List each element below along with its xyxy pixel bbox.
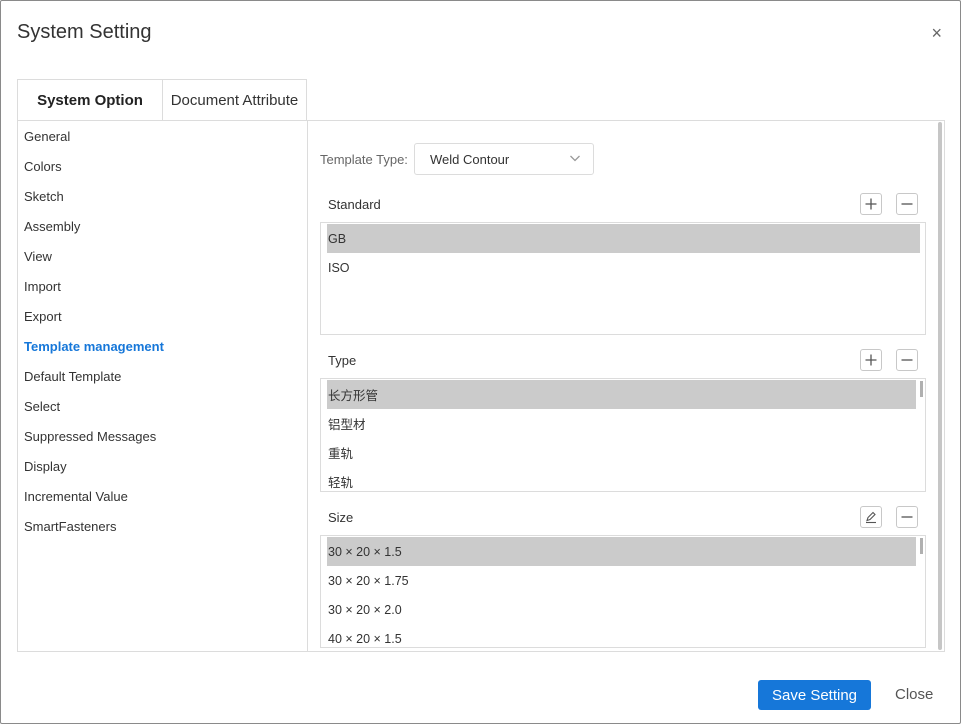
- system-setting-dialog: System Setting × System Option Document …: [0, 0, 961, 724]
- list-item[interactable]: 重轨: [327, 438, 916, 467]
- save-setting-button[interactable]: Save Setting: [758, 680, 871, 710]
- tab-bar: System Option Document Attribute: [17, 79, 307, 121]
- tab-system-option[interactable]: System Option: [17, 79, 163, 121]
- list-item[interactable]: 轻轨: [327, 467, 916, 491]
- plus-icon: [865, 354, 877, 366]
- minus-icon: [901, 203, 913, 205]
- chevron-down-icon: [570, 155, 580, 162]
- list-item[interactable]: 30 × 20 × 2.0: [327, 595, 916, 624]
- standard-label: Standard: [328, 197, 381, 212]
- list-item[interactable]: 40 × 20 × 1.5: [327, 624, 916, 647]
- nav-item-smartfasteners[interactable]: SmartFasteners: [24, 519, 116, 534]
- dialog-title: System Setting: [17, 21, 152, 43]
- nav-item-colors[interactable]: Colors: [24, 159, 62, 174]
- close-button[interactable]: Close: [895, 686, 933, 703]
- nav-item-display[interactable]: Display: [24, 459, 67, 474]
- remove-type-button[interactable]: [896, 349, 918, 371]
- add-standard-button[interactable]: [860, 193, 882, 215]
- tab-document-attribute[interactable]: Document Attribute: [162, 79, 307, 121]
- template-type-label: Template Type:: [320, 152, 408, 167]
- list-item[interactable]: 铝型材: [327, 409, 916, 438]
- list-item[interactable]: 30 × 20 × 1.75: [327, 566, 916, 595]
- close-icon[interactable]: ×: [931, 23, 942, 43]
- edit-size-button[interactable]: [860, 506, 882, 528]
- panel-scrollbar[interactable]: [938, 122, 942, 650]
- nav-item-sketch[interactable]: Sketch: [24, 189, 64, 204]
- plus-icon: [865, 198, 877, 210]
- nav-item-import[interactable]: Import: [24, 279, 61, 294]
- type-list-scrollbar[interactable]: [920, 381, 923, 397]
- list-item[interactable]: 长方形管: [327, 380, 916, 409]
- nav-item-assembly[interactable]: Assembly: [24, 219, 80, 234]
- size-list-scrollbar[interactable]: [920, 538, 923, 554]
- minus-icon: [901, 516, 913, 518]
- nav-item-template-management[interactable]: Template management: [24, 339, 164, 354]
- size-label: Size: [328, 510, 354, 525]
- nav-item-general[interactable]: General: [24, 129, 70, 144]
- remove-standard-button[interactable]: [896, 193, 918, 215]
- nav-item-export[interactable]: Export: [24, 309, 62, 324]
- list-item[interactable]: ISO: [327, 253, 920, 282]
- minus-icon: [901, 359, 913, 361]
- template-type-select[interactable]: Weld Contour: [414, 143, 594, 175]
- edit-icon: [866, 511, 876, 524]
- nav-item-suppressed-messages[interactable]: Suppressed Messages: [24, 429, 156, 444]
- standard-list: GB ISO: [320, 222, 926, 335]
- size-list: 30 × 20 × 1.5 30 × 20 × 1.75 30 × 20 × 2…: [320, 535, 926, 648]
- nav-item-view[interactable]: View: [24, 249, 52, 264]
- nav-item-incremental-value[interactable]: Incremental Value: [24, 489, 128, 504]
- template-type-value: Weld Contour: [430, 152, 510, 167]
- type-label: Type: [328, 353, 357, 368]
- remove-size-button[interactable]: [896, 506, 918, 528]
- nav-item-select[interactable]: Select: [24, 399, 60, 414]
- add-type-button[interactable]: [860, 349, 882, 371]
- type-list: 长方形管 铝型材 重轨 轻轨: [320, 378, 926, 492]
- list-item[interactable]: GB: [327, 224, 920, 253]
- nav-item-default-template[interactable]: Default Template: [24, 369, 121, 384]
- list-item[interactable]: 30 × 20 × 1.5: [327, 537, 916, 566]
